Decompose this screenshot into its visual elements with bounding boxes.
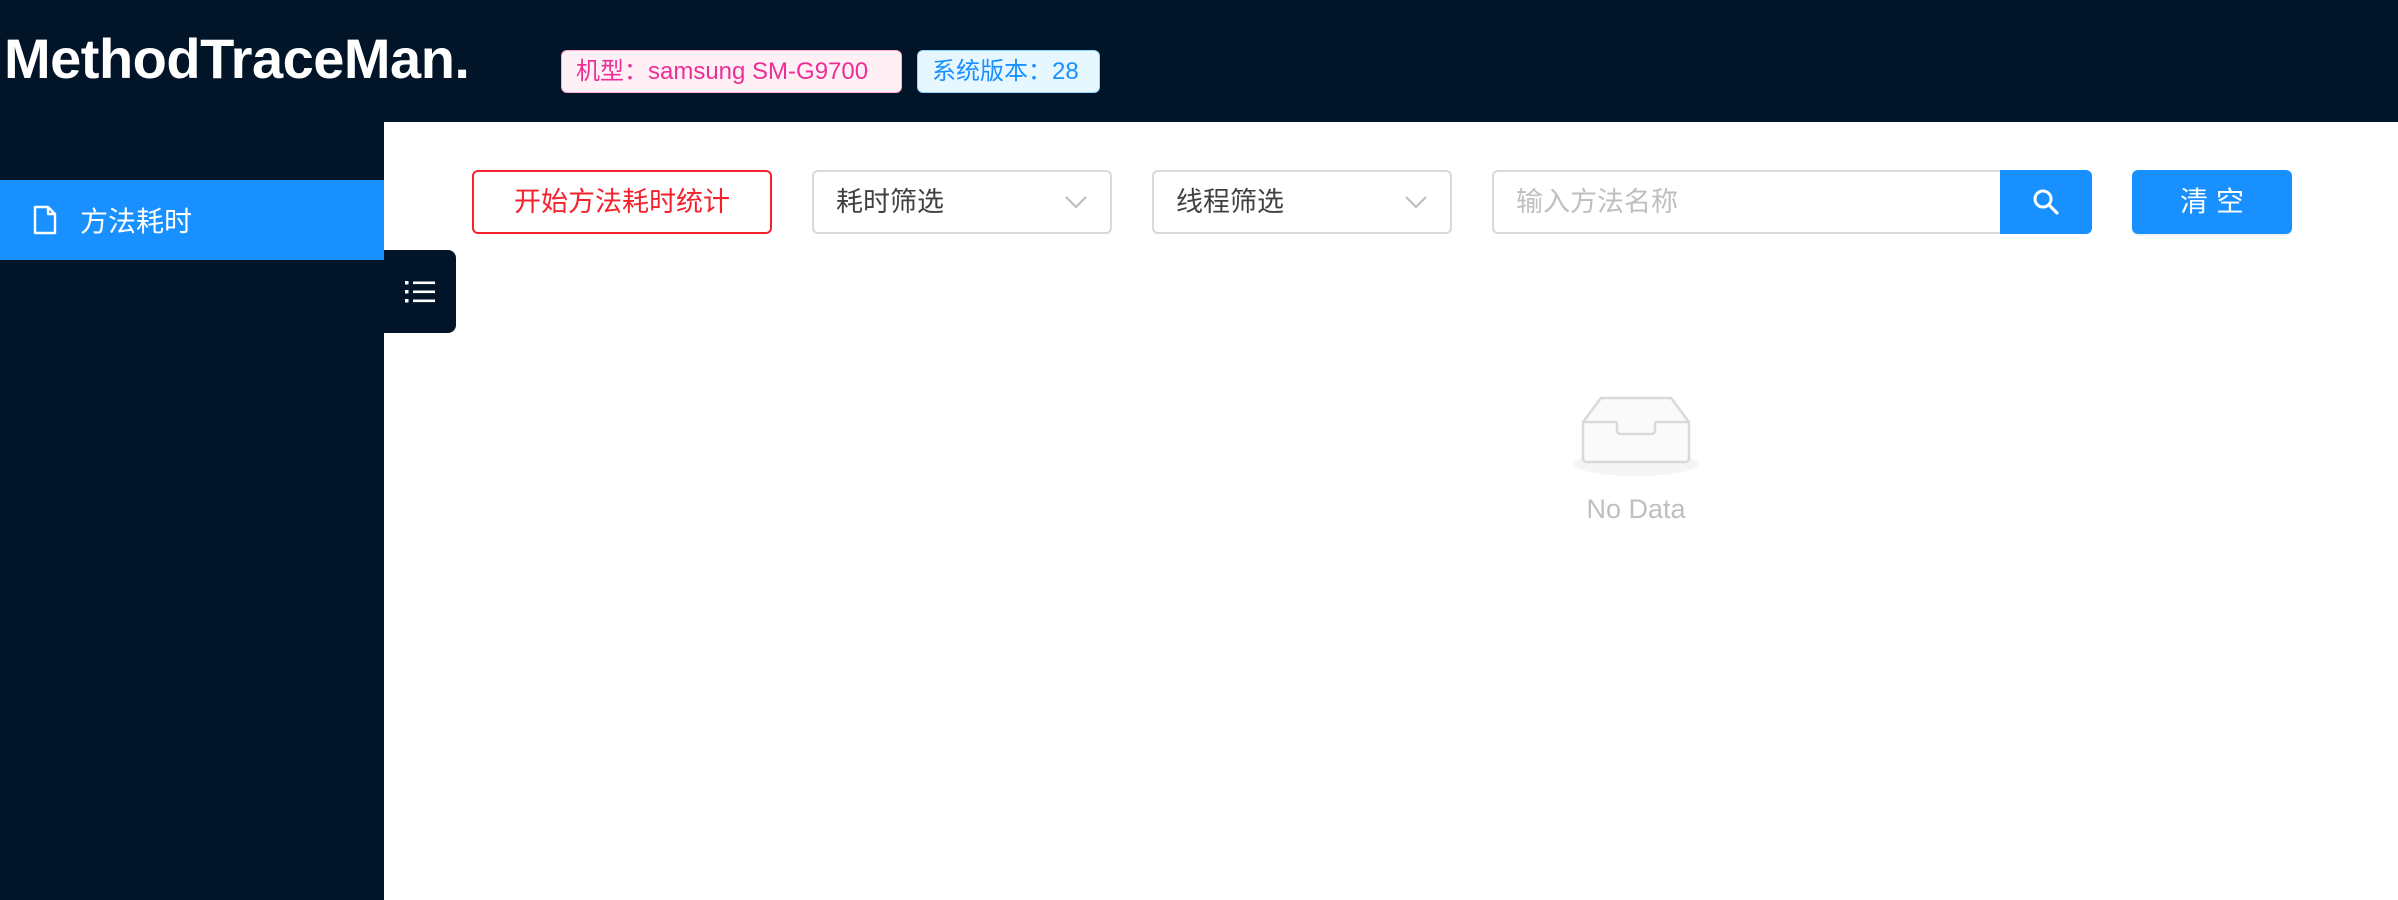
- main-content: 开始方法耗时统计 耗时筛选 线程筛选 清空 No Data: [384, 122, 2398, 900]
- device-model-tag: 机型：samsung SM-G9700: [561, 50, 902, 93]
- system-version-tag: 系统版本：28: [917, 50, 1100, 93]
- empty-state-text: No Data: [1586, 494, 1686, 524]
- chevron-down-icon: [1404, 192, 1428, 212]
- thread-filter-value: 线程筛选: [1176, 187, 1284, 217]
- app-header: MethodTraceMan. 机型：samsung SM-G9700 系统版本…: [0, 0, 2398, 122]
- chevron-down-icon: [1064, 192, 1088, 212]
- start-trace-button[interactable]: 开始方法耗时统计: [472, 170, 772, 234]
- method-search-input[interactable]: [1492, 170, 2002, 234]
- sidebar-item-method-duration[interactable]: 方法耗时: [0, 180, 384, 260]
- file-icon: [32, 205, 58, 235]
- sidebar-item-label: 方法耗时: [80, 206, 193, 237]
- duration-filter-select[interactable]: 耗时筛选: [812, 170, 1112, 234]
- search-button[interactable]: [2000, 170, 2092, 234]
- app-title: MethodTraceMan.: [4, 27, 470, 90]
- search-icon: [2032, 188, 2060, 216]
- sidebar: 方法耗时: [0, 122, 384, 900]
- sidebar-collapse-button[interactable]: [384, 250, 456, 333]
- thread-filter-select[interactable]: 线程筛选: [1152, 170, 1452, 234]
- clear-button[interactable]: 清空: [2132, 170, 2292, 234]
- menu-unfold-icon: [405, 279, 435, 305]
- duration-filter-value: 耗时筛选: [836, 187, 944, 217]
